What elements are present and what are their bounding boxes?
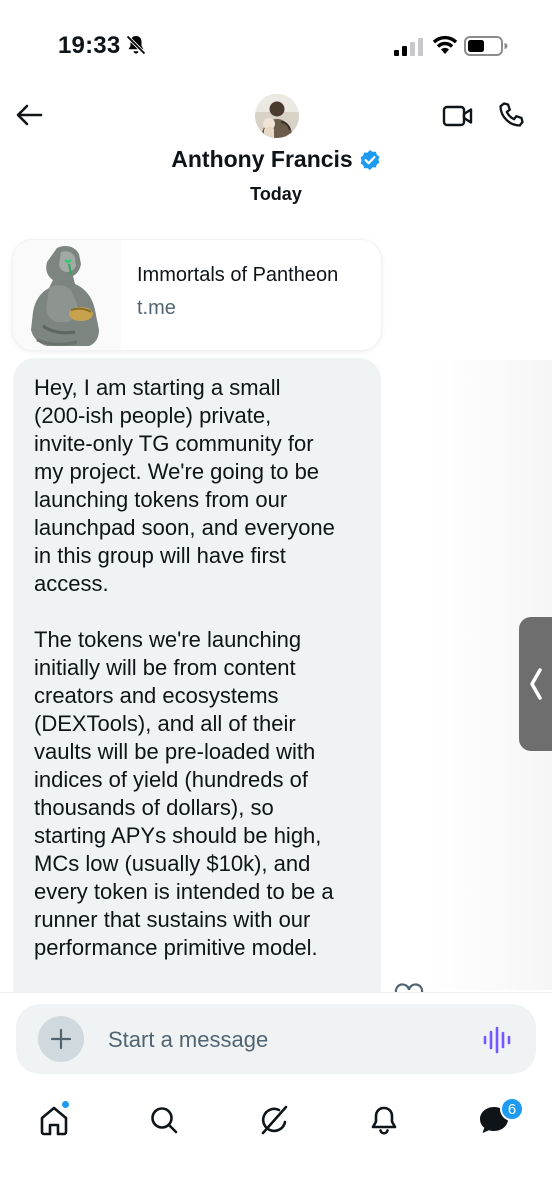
contact-name: Anthony Francis: [171, 146, 353, 172]
message-bubble[interactable]: Hey, I am starting a small (200-ish peop…: [13, 358, 381, 1058]
nav-search[interactable]: [142, 1100, 186, 1140]
link-thumbnail: [13, 240, 121, 350]
battery-icon: [464, 36, 508, 56]
message-text: Hey, I am starting a small (200-ish peop…: [34, 375, 335, 960]
avatar-image: [255, 94, 299, 138]
search-icon: [151, 1107, 178, 1134]
verified-badge-icon: [360, 149, 380, 170]
back-button[interactable]: [12, 98, 46, 132]
back-arrow-icon: [16, 104, 43, 126]
signal-icon: [394, 38, 423, 56]
side-drawer-handle[interactable]: [519, 617, 552, 751]
status-bar: 19:33: [0, 0, 552, 90]
phone-icon: [499, 102, 524, 127]
bell-off-icon: [126, 35, 146, 55]
voice-wave-icon: [483, 1026, 511, 1054]
messages-badge: 6: [500, 1097, 524, 1121]
plus-icon: [50, 1028, 72, 1050]
link-preview-card[interactable]: Immortals of Pantheon t.me: [13, 240, 381, 350]
nav-notifications[interactable]: [362, 1100, 406, 1140]
message-input[interactable]: [108, 1026, 448, 1054]
link-domain: t.me: [137, 297, 176, 319]
nav-grok[interactable]: [252, 1100, 296, 1140]
add-media-button[interactable]: [38, 1016, 84, 1062]
video-icon: [442, 105, 473, 127]
wifi-icon: [432, 35, 458, 54]
link-title: Immortals of Pantheon: [137, 264, 339, 286]
status-time: 19:33: [58, 32, 121, 59]
contact-name-row[interactable]: Anthony Francis: [0, 146, 552, 173]
date-label: Today: [250, 184, 302, 204]
phone-call-button[interactable]: [494, 98, 528, 132]
voice-message-button[interactable]: [480, 1024, 514, 1056]
grok-icon: [261, 1105, 288, 1135]
notifications-icon: [371, 1106, 397, 1135]
chevron-left-icon: [530, 668, 542, 700]
avatar[interactable]: [255, 94, 299, 138]
home-notification-dot: [61, 1100, 70, 1109]
video-call-button[interactable]: [440, 100, 476, 132]
